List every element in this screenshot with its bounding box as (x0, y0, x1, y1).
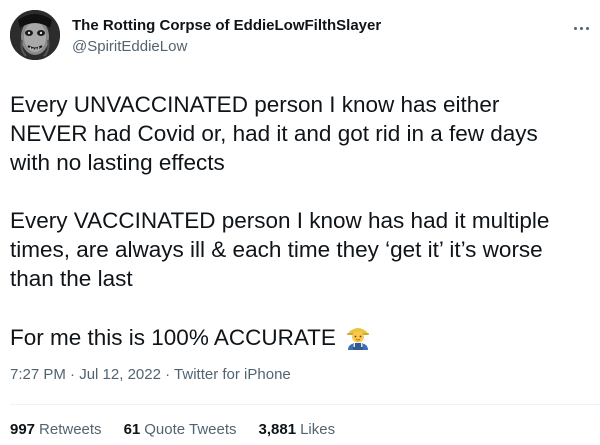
quote-tweets-stat[interactable]: 61 Quote Tweets (124, 421, 237, 438)
zombie-face-avatar-icon (10, 10, 60, 60)
man-farmer-emoji-icon (344, 322, 372, 350)
tweet-line: than the last (10, 266, 133, 291)
tweet-line: Every VACCINATED person I know has had i… (10, 208, 550, 233)
tweet-line: Every UNVACCINATED person I know has eit… (10, 92, 500, 117)
tweet-line: with no lasting effects (10, 150, 225, 175)
engagement-stats: 997 Retweets 61 Quote Tweets 3,881 Likes (10, 421, 335, 438)
avatar[interactable] (10, 10, 60, 60)
source-link[interactable]: Twitter for iPhone (174, 366, 291, 383)
tweet-final-text: For me this is 100% ACCURATE (10, 325, 336, 350)
tweet-line: times, are always ill & each time they ‘… (10, 237, 543, 262)
retweets-stat[interactable]: 997 Retweets (10, 421, 102, 438)
more-options-icon[interactable] (568, 18, 594, 38)
likes-stat[interactable]: 3,881 Likes (259, 421, 336, 438)
tweet-metadata: 7:27 PM · Jul 12, 2022 · Twitter for iPh… (10, 366, 291, 383)
user-handle[interactable]: @SpiritEddieLow (72, 38, 187, 55)
divider (10, 404, 600, 405)
display-name[interactable]: The Rotting Corpse of EddieLowFilthSlaye… (72, 17, 381, 34)
tweet-final-line: For me this is 100% ACCURATE (10, 322, 594, 352)
tweet-line: NEVER had Covid or, had it and got rid i… (10, 121, 538, 146)
tweet: The Rotting Corpse of EddieLowFilthSlaye… (0, 0, 600, 445)
meta-separator: · (165, 366, 171, 383)
timestamp-link[interactable]: 7:27 PM · Jul 12, 2022 (10, 366, 161, 383)
tweet-text: Every UNVACCINATED person I know has eit… (10, 90, 594, 352)
